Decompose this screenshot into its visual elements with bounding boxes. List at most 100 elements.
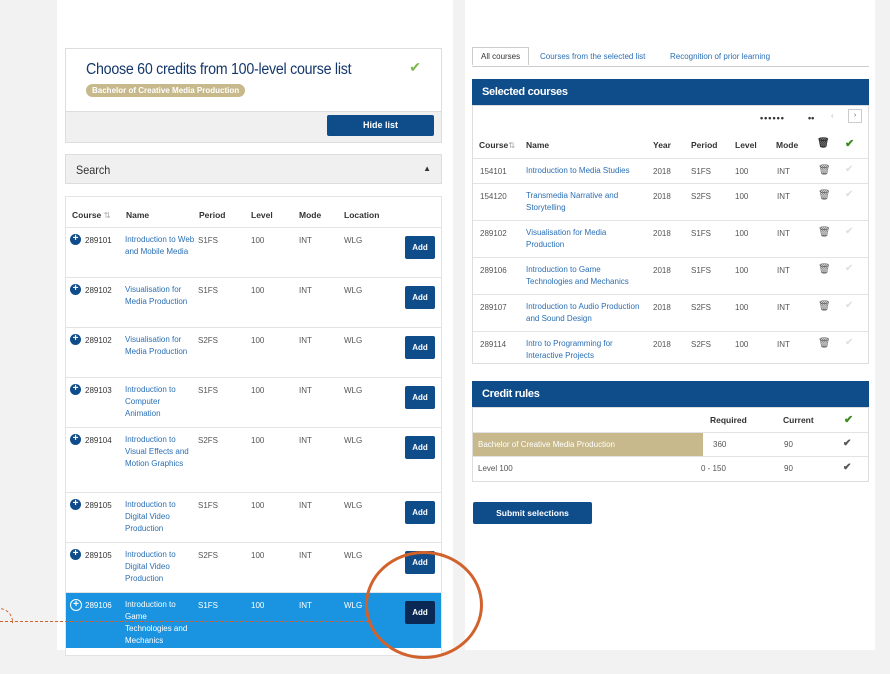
column-header-course[interactable]: Course ⇅ [72, 210, 111, 221]
selected-course-row: 289107 Introduction to Audio Production a… [473, 294, 868, 332]
trash-icon[interactable]: 🗑 [818, 338, 831, 349]
sel-column-course[interactable]: Course⇅ [479, 140, 515, 151]
course-location: WLG [344, 436, 363, 445]
tabs-divider [472, 66, 869, 67]
caret-up-icon: ▲ [423, 164, 431, 173]
pager-more[interactable]: •• [808, 113, 814, 123]
credit-rule-name: Level 100 [478, 464, 513, 473]
credit-current: 90 [784, 440, 793, 449]
add-course-button[interactable]: Add [405, 336, 435, 359]
selected-course-mode: INT [777, 192, 790, 201]
course-period: S2FS [198, 336, 219, 345]
course-code: 289101 [85, 236, 112, 245]
column-header-name: Name [126, 210, 150, 220]
pager-next-icon[interactable]: › [848, 109, 862, 123]
course-name-link[interactable]: Introduction to Web and Mobile Media [125, 234, 195, 258]
expand-plus-icon[interactable]: + [70, 334, 81, 345]
selected-course-name-link[interactable]: Introduction to Game Technologies and Me… [526, 264, 641, 288]
course-row[interactable]: +289103 Introduction to Computer Animatio… [66, 377, 441, 428]
course-location: WLG [344, 601, 363, 610]
selected-course-mode: INT [777, 266, 790, 275]
add-course-button[interactable]: Add [405, 501, 435, 524]
expand-plus-icon[interactable]: + [70, 384, 81, 395]
course-level: 100 [251, 336, 265, 345]
course-mode: INT [299, 551, 312, 560]
credit-column-current: Current [783, 415, 814, 425]
selected-course-year: 2018 [653, 192, 671, 201]
course-row[interactable]: +289102 Visualisation for Media Productio… [66, 327, 441, 378]
sel-column-period: Period [691, 140, 718, 150]
credit-current: 90 [784, 464, 793, 473]
selected-course-code: 289107 [480, 303, 507, 312]
selected-course-year: 2018 [653, 266, 671, 275]
course-period: S2FS [198, 551, 219, 560]
course-row[interactable]: +289102 Visualisation for Media Productio… [66, 277, 441, 328]
selected-course-mode: INT [777, 229, 790, 238]
check-icon: ✔ [843, 438, 852, 449]
selected-course-mode: INT [777, 303, 790, 312]
search-label: Search [76, 163, 111, 177]
submit-selections-button[interactable]: Submit selections [473, 502, 592, 524]
check-icon: ✔ [845, 337, 854, 348]
tab-prior-learning[interactable]: Recognition of prior learning [670, 52, 770, 61]
trash-icon[interactable]: 🗑 [818, 165, 831, 176]
course-period: S1FS [198, 386, 219, 395]
trash-icon[interactable]: 🗑 [818, 264, 831, 275]
expand-plus-icon[interactable]: + [70, 434, 81, 445]
course-name-link[interactable]: Visualisation for Media Production [125, 334, 195, 358]
course-row[interactable]: +289105 Introduction to Digital Video Pro… [66, 492, 441, 543]
add-course-button[interactable]: Add [405, 436, 435, 459]
add-course-button[interactable]: Add [405, 286, 435, 309]
course-name-link[interactable]: Introduction to Digital Video Production [125, 549, 195, 585]
selected-course-name-link[interactable]: Intro to Programming for Interactive Pro… [526, 338, 641, 362]
selected-course-level: 100 [735, 229, 749, 238]
selected-course-name-link[interactable]: Transmedia Narrative and Storytelling [526, 190, 641, 214]
selected-course-code: 289106 [480, 266, 507, 275]
selected-course-year: 2018 [653, 340, 671, 349]
column-header-period: Period [199, 210, 226, 220]
add-course-button[interactable]: Add [405, 386, 435, 409]
course-period: S1FS [198, 601, 219, 610]
course-period: S1FS [198, 501, 219, 510]
tab-selected-list[interactable]: Courses from the selected list [540, 52, 645, 61]
expand-plus-icon[interactable]: + [70, 499, 81, 510]
course-name-link[interactable]: Introduction to Game Technologies and Me… [125, 599, 195, 647]
pager-prev-icon[interactable]: ‹ [831, 111, 834, 120]
selected-course-code: 154101 [480, 167, 507, 176]
column-header-location: Location [344, 210, 380, 220]
check-icon: ✔ [845, 263, 854, 274]
add-course-button[interactable]: Add [405, 236, 435, 259]
selected-course-mode: INT [777, 167, 790, 176]
course-name-link[interactable]: Visualisation for Media Production [125, 284, 195, 308]
expand-plus-icon[interactable]: + [70, 284, 81, 295]
selected-course-name-link[interactable]: Introduction to Audio Production and Sou… [526, 301, 641, 325]
course-name-link[interactable]: Introduction to Computer Animation [125, 384, 195, 420]
sort-icon: ⇅ [103, 210, 111, 220]
course-level: 100 [251, 601, 265, 610]
selected-course-name-link[interactable]: Visualisation for Media Production [526, 227, 641, 251]
course-mode: INT [299, 436, 312, 445]
trash-icon[interactable]: 🗑 [818, 227, 831, 238]
sel-column-year: Year [653, 140, 671, 150]
trash-icon[interactable]: 🗑 [818, 190, 831, 201]
hide-list-button[interactable]: Hide list [327, 115, 434, 136]
course-name-link[interactable]: Introduction to Visual Effects and Motio… [125, 434, 195, 470]
course-row[interactable]: +289104 Introduction to Visual Effects an… [66, 427, 441, 493]
course-row[interactable]: +289101 Introduction to Web and Mobile Me… [66, 227, 441, 278]
check-header-icon: ✔ [845, 138, 855, 150]
selected-course-mode: INT [777, 340, 790, 349]
trash-icon[interactable]: 🗑 [818, 301, 831, 312]
selected-course-period: S2FS [691, 192, 712, 201]
search-toggle[interactable]: Search ▲ [65, 154, 442, 184]
check-icon: ✔ [843, 462, 852, 473]
pager-pages[interactable]: •••••• [760, 113, 785, 123]
course-list-title: Choose 60 credits from 100-level course … [86, 61, 352, 78]
course-name-link[interactable]: Introduction to Digital Video Production [125, 499, 195, 535]
programme-badge: Bachelor of Creative Media Production [86, 84, 246, 97]
expand-plus-icon[interactable]: + [70, 234, 81, 245]
expand-plus-icon[interactable]: + [70, 599, 82, 611]
expand-plus-icon[interactable]: + [70, 549, 81, 560]
selected-course-name-link[interactable]: Introduction to Media Studies [526, 165, 641, 177]
tab-all-courses[interactable]: All courses [472, 47, 530, 65]
selected-course-level: 100 [735, 167, 749, 176]
